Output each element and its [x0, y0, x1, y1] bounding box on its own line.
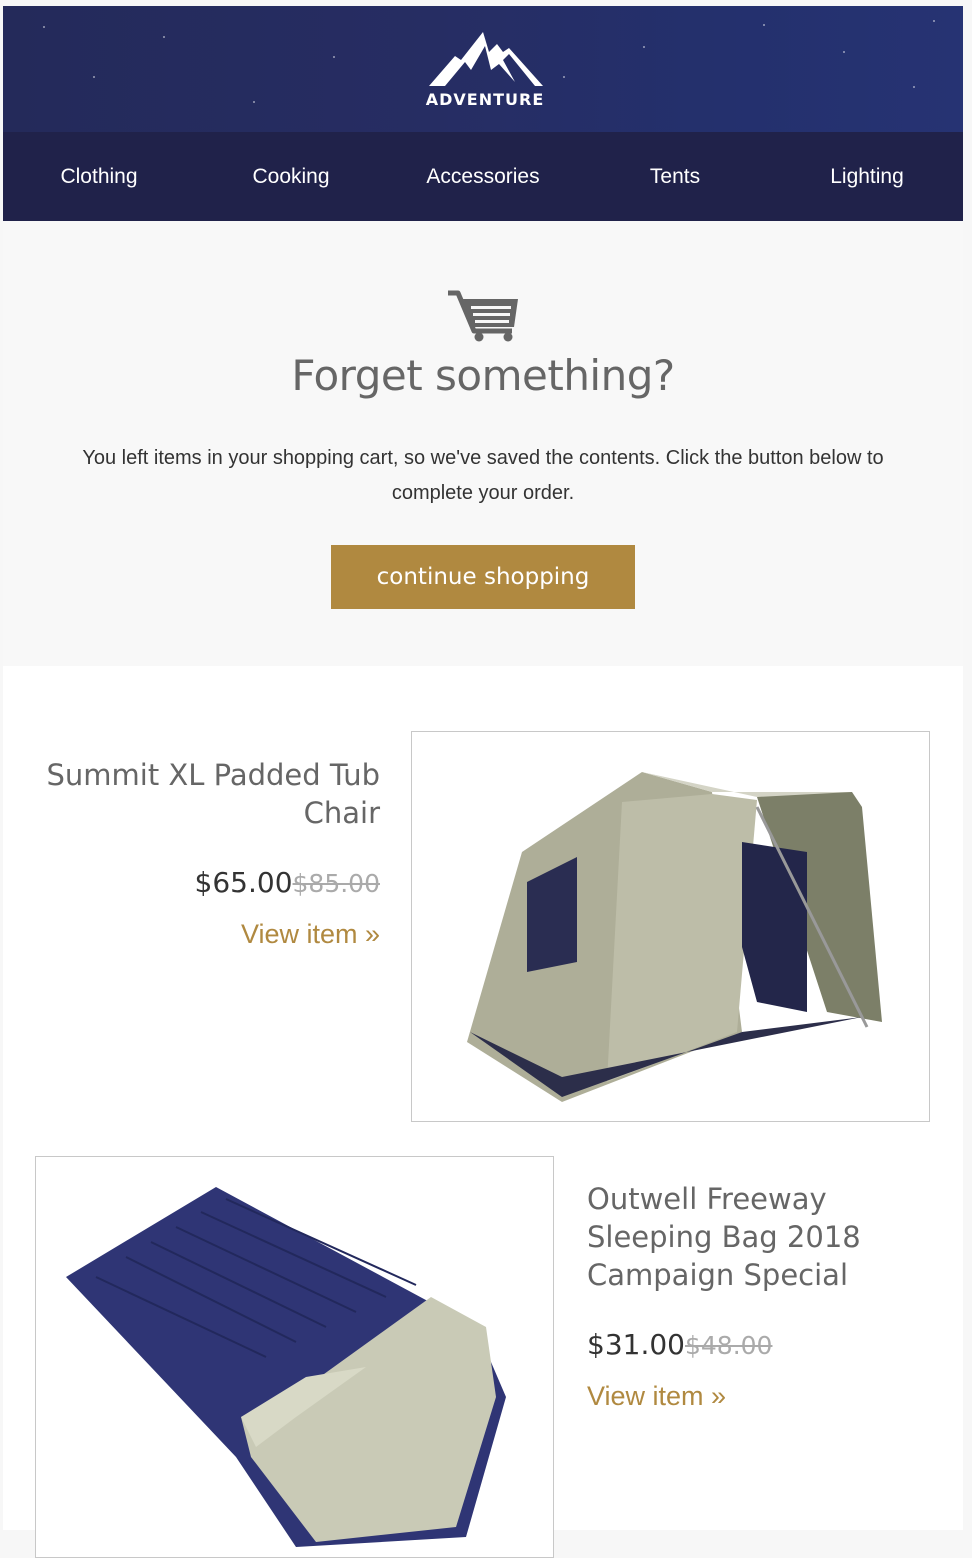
product-price: $31.00$48.00 — [587, 1328, 927, 1361]
nav-item-clothing[interactable]: Clothing — [3, 165, 195, 189]
original-price: $48.00 — [684, 1331, 773, 1360]
intro-message: You left items in your shopping cart, so… — [82, 447, 884, 504]
product-image-sleeping-bag[interactable] — [35, 1156, 554, 1558]
header-banner: ADVENTURE — [3, 6, 963, 132]
email-container: ADVENTURE Clothing Cooking Accessories T… — [3, 6, 963, 1558]
product-price: $65.00$85.00 — [33, 866, 380, 899]
sleeping-bag-image — [66, 1187, 506, 1547]
shopping-cart-icon — [448, 290, 518, 342]
mountain-icon — [429, 32, 543, 86]
category-nav: Clothing Cooking Accessories Tents Light… — [3, 132, 963, 221]
product-name: Outwell Freeway Sleeping Bag 2018 Campai… — [587, 1182, 861, 1292]
product-card: Outwell Freeway Sleeping Bag 2018 Campai… — [587, 1180, 927, 1412]
product-image-tent[interactable] — [411, 731, 930, 1122]
tent-image — [467, 772, 882, 1102]
page-title: Forget something? — [291, 351, 675, 400]
nav-item-tents[interactable]: Tents — [579, 165, 771, 189]
sale-price: $65.00 — [194, 866, 293, 899]
continue-shopping-button[interactable]: continue shopping — [331, 545, 635, 609]
view-item-link[interactable]: View item » — [33, 919, 380, 950]
nav-item-lighting[interactable]: Lighting — [771, 165, 963, 189]
product-card: Summit XL Padded Tub Chair $65.00$85.00 … — [33, 756, 380, 950]
view-item-link[interactable]: View item » — [587, 1381, 927, 1412]
sale-price: $31.00 — [587, 1328, 685, 1361]
nav-item-accessories[interactable]: Accessories — [387, 165, 579, 189]
original-price: $85.00 — [292, 869, 380, 898]
brand-name: ADVENTURE — [425, 90, 545, 109]
brand-logo[interactable]: ADVENTURE — [423, 30, 547, 120]
product-name: Summit XL Padded Tub Chair — [46, 758, 380, 830]
nav-item-cooking[interactable]: Cooking — [195, 165, 387, 189]
abandoned-cart-intro: Forget something? You left items in your… — [3, 221, 963, 666]
